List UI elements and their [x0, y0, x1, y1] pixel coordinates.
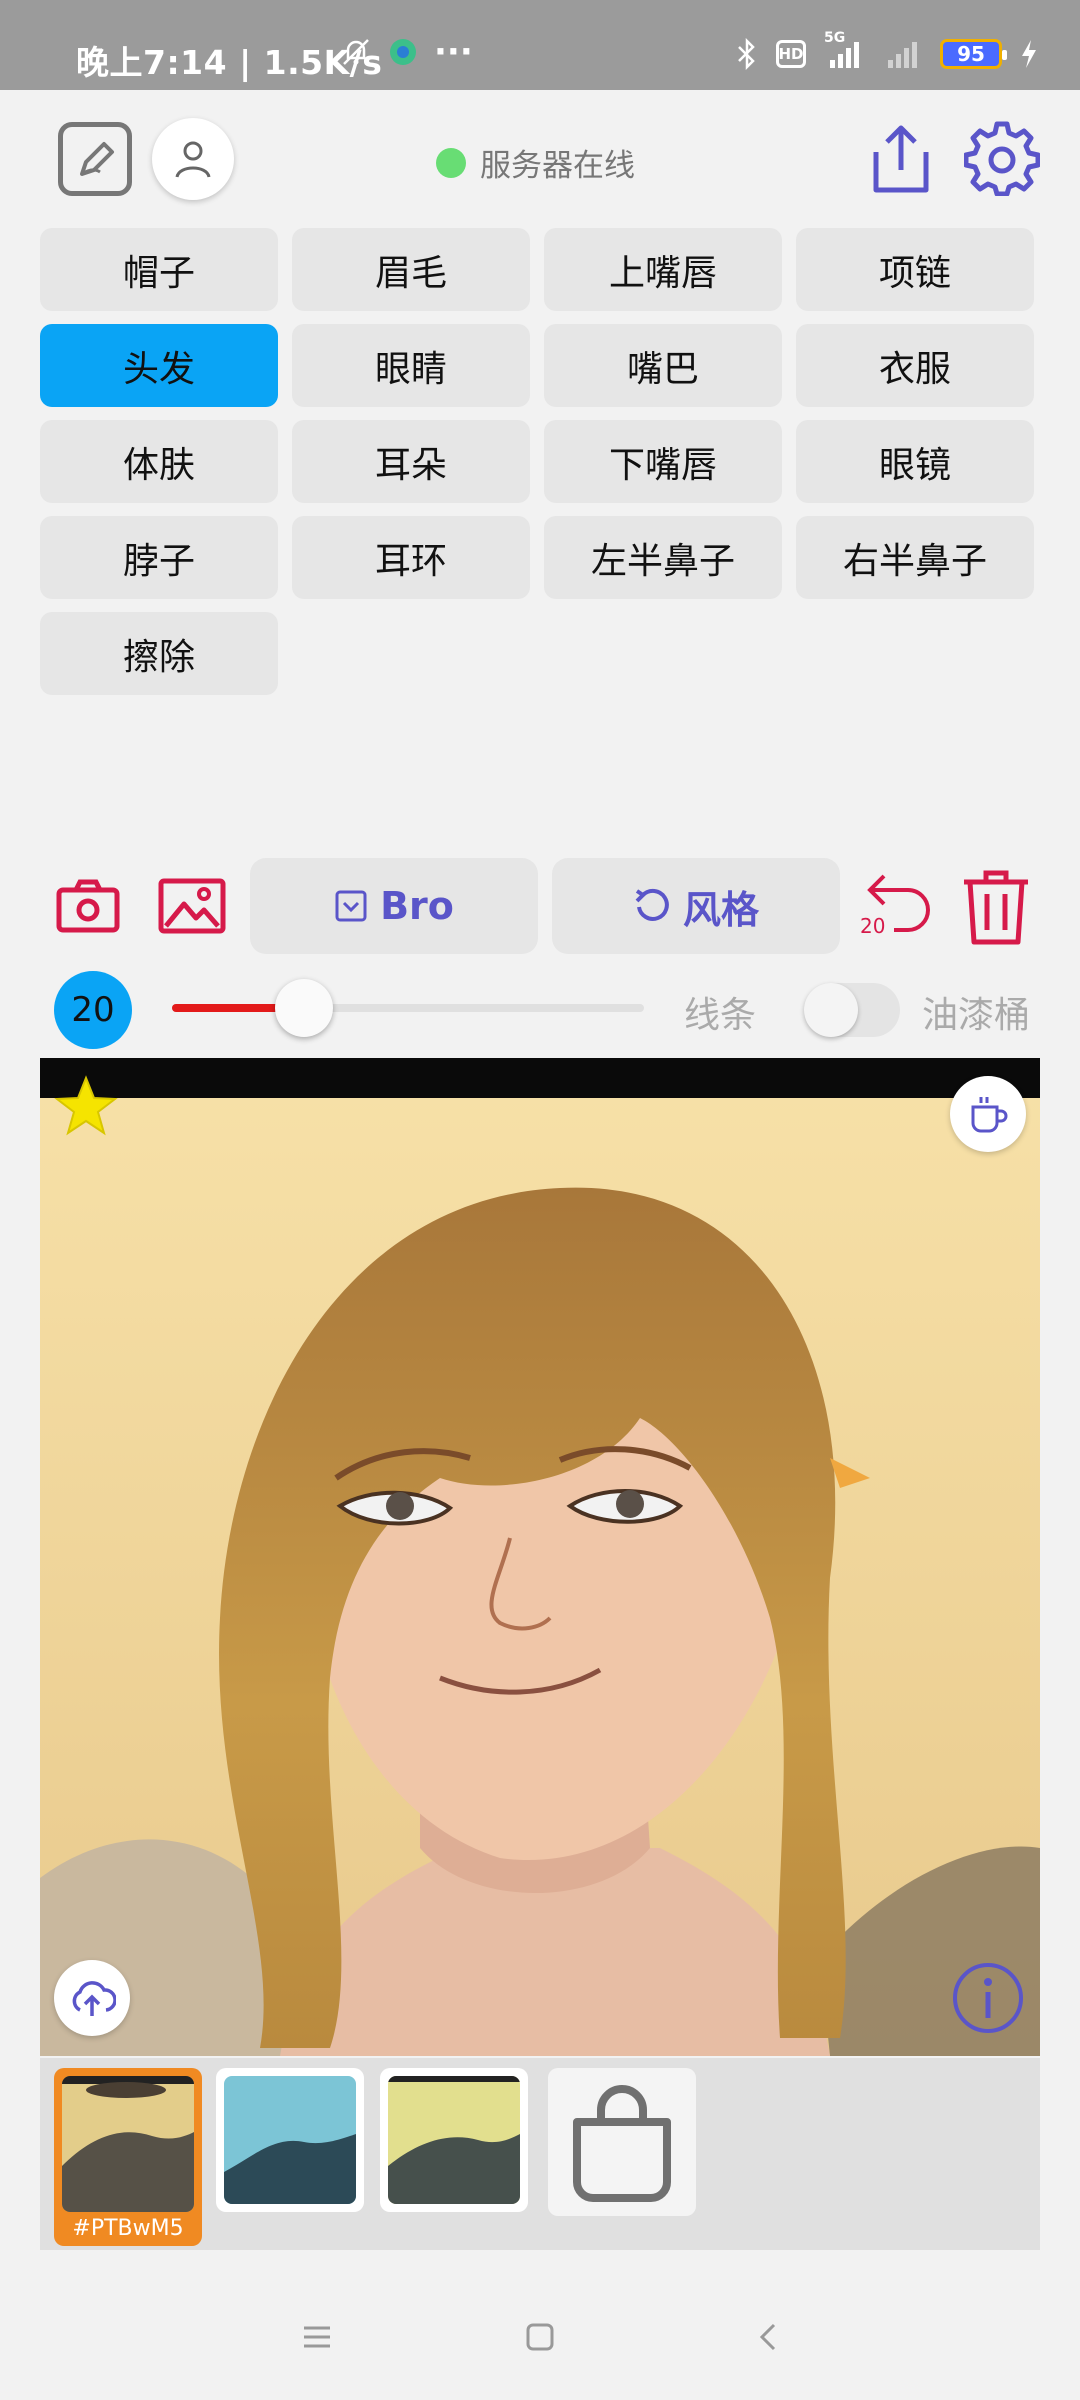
category-button[interactable]: 耳朵 [292, 420, 530, 503]
bro-label: Bro [380, 884, 454, 928]
category-button[interactable]: 体肤 [40, 420, 278, 503]
history-thumbnails: #PTBwM5 [40, 2058, 1040, 2250]
toggle-knob [804, 983, 858, 1037]
category-button[interactable]: 右半鼻子 [796, 516, 1034, 599]
refresh-icon [635, 888, 669, 921]
more-notifications-icon: ··· [434, 32, 473, 72]
coffee-button[interactable] [950, 1076, 1026, 1152]
thumbnail-tag: #PTBwM5 [72, 2216, 184, 2241]
hd-icon: HD [776, 40, 806, 68]
thumbnail-selected[interactable]: #PTBwM5 [54, 2068, 202, 2246]
bro-model-button[interactable]: Bro [250, 858, 538, 954]
cellular-signal-icon: 5G [824, 30, 864, 70]
brush-controls: 20 线条 油漆桶 [0, 966, 1080, 1050]
cellular-signal-2-icon [888, 42, 917, 68]
brush-size-slider[interactable] [172, 979, 644, 1037]
category-button[interactable]: 耳环 [292, 516, 530, 599]
menu-icon [304, 2326, 330, 2348]
shop-bag-button[interactable] [548, 2068, 696, 2216]
thumbnail-image [62, 2076, 194, 2212]
gallery-image-icon[interactable] [158, 878, 226, 934]
server-status-label: 服务器在线 [480, 148, 635, 184]
edit-button[interactable] [58, 122, 132, 196]
bell-off-icon [343, 39, 369, 65]
thumbnail-2[interactable] [216, 2068, 364, 2212]
edit-pen-icon [80, 142, 114, 176]
paint-bucket-toggle[interactable] [804, 983, 900, 1037]
category-button[interactable]: 头发 [40, 324, 278, 407]
nav-home-button[interactable] [515, 2312, 565, 2362]
system-navigation-bar [0, 2272, 1080, 2400]
category-grid: 帽子 眉毛 上嘴唇 项链头发 眼睛 嘴巴 衣服体肤 耳朵 下嘴唇 眼镜脖子 耳环 左半鼻子 右半鼻子擦除 [40, 228, 1040, 695]
online-status-dot [436, 147, 466, 178]
server-status: 服务器在线 [436, 140, 635, 185]
drawing-canvas[interactable] [40, 1058, 1040, 2056]
star-icon[interactable] [54, 1074, 118, 1138]
camera-icon[interactable] [56, 878, 120, 934]
shopping-bag-icon [573, 2085, 671, 2202]
thumbnail-3[interactable] [380, 2068, 528, 2212]
home-square-icon [526, 2323, 554, 2351]
charging-bolt-icon [1022, 40, 1036, 68]
drawing-toolbar: Bro 风格 20 [0, 858, 1080, 954]
category-button[interactable]: 项链 [796, 228, 1034, 311]
brush-size-badge: 20 [54, 971, 132, 1049]
brush-size-slider-thumb[interactable] [275, 979, 334, 1037]
category-button[interactable]: 上嘴唇 [544, 228, 782, 311]
undo-count-label: 20 [860, 914, 886, 938]
status-bar: 晚上7:14 | 1.5K/s ··· HD 5G 95 [0, 0, 1080, 90]
cloud-upload-button[interactable] [54, 1960, 130, 2036]
top-bar: 服务器在线 [0, 90, 1080, 230]
settings-gear-icon[interactable] [964, 120, 1040, 196]
battery-icon: 95 [940, 39, 1007, 69]
user-profile-button[interactable] [152, 118, 234, 200]
category-button[interactable]: 左半鼻子 [544, 516, 782, 599]
category-button[interactable]: 衣服 [796, 324, 1034, 407]
category-button[interactable]: 嘴巴 [544, 324, 782, 407]
category-button[interactable]: 眼镜 [796, 420, 1034, 503]
back-chevron-icon [759, 2323, 776, 2351]
info-icon[interactable] [950, 1960, 1026, 2036]
paint-bucket-label: 油漆桶 [922, 995, 1031, 1036]
nav-back-button[interactable] [743, 2312, 793, 2362]
checkbox-dropdown-icon [335, 890, 367, 922]
generated-portrait-image [40, 1058, 1040, 2056]
category-button[interactable]: 眼睛 [292, 324, 530, 407]
category-button[interactable]: 脖子 [40, 516, 278, 599]
user-icon [175, 141, 211, 178]
bluetooth-icon [738, 38, 755, 70]
thumbnail-image [388, 2076, 520, 2204]
status-left-icons: ··· [340, 32, 473, 72]
category-button[interactable]: 眉毛 [292, 228, 530, 311]
cloud-upload-icon [72, 1981, 116, 2016]
app-notification-icon [390, 39, 416, 65]
coffee-cup-icon [971, 1097, 1008, 1133]
style-label: 风格 [682, 887, 759, 932]
category-button[interactable]: 擦除 [40, 612, 278, 695]
status-time: 晚上7:14 | 1.5K/s [76, 43, 383, 82]
category-button[interactable]: 下嘴唇 [544, 420, 782, 503]
share-button[interactable] [866, 122, 936, 196]
category-button[interactable]: 帽子 [40, 228, 278, 311]
lines-label: 线条 [684, 995, 757, 1036]
trash-icon[interactable] [960, 868, 1032, 946]
thumbnail-image [224, 2076, 356, 2204]
status-right-icons: HD 5G 95 [736, 30, 1038, 70]
nav-menu-button[interactable] [292, 2312, 342, 2362]
style-button[interactable]: 风格 [552, 858, 840, 954]
